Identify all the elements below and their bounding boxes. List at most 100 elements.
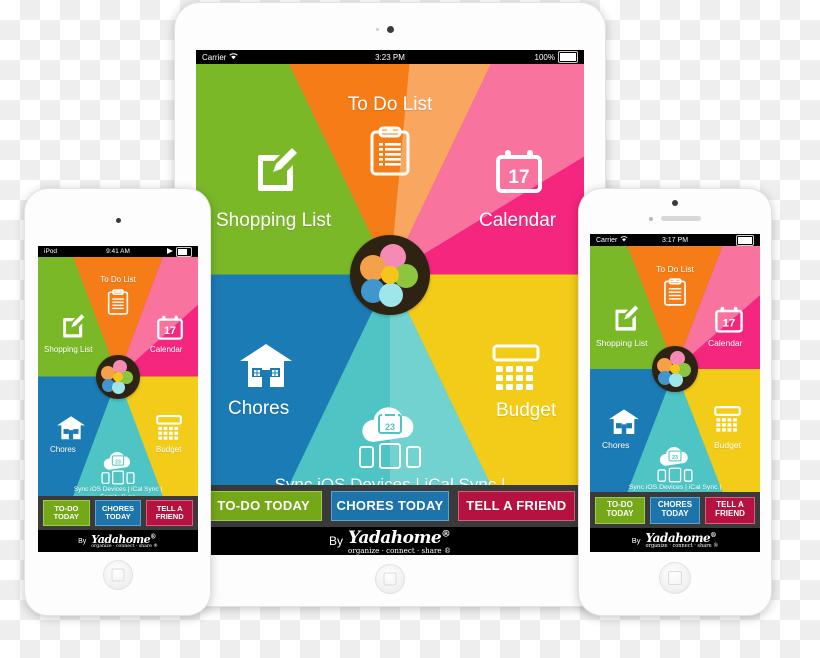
footer-tagline: organize · connect · share ® — [91, 544, 158, 549]
tile-label-budget: Budget — [496, 400, 557, 421]
footer-tagline: organize · connect · share ® — [645, 543, 719, 549]
calendar-icon-day: 17 — [164, 325, 176, 337]
ipad-status-bar: Carrier 3:23 PM 100% — [196, 50, 584, 64]
button-chores-today-line2: TODAY — [105, 512, 131, 521]
logo-petal-cyan — [669, 373, 683, 387]
ipod-device: iPod 9:41 AM Shopping List To Do List 17… — [24, 188, 211, 616]
pencil-square-icon — [60, 311, 86, 338]
pencil-square-icon — [612, 302, 640, 331]
button-to-do-today[interactable]: TO-DO TODAY — [205, 491, 323, 521]
button-chores-today-line2: TODAY — [661, 509, 689, 518]
ipod-home-button[interactable] — [102, 560, 133, 590]
home-button-glyph — [111, 568, 124, 582]
tile-label-to-do-list: To Do List — [656, 264, 694, 274]
iphone-home-fan: Shopping List To Do List 17 Calendar Cho… — [590, 246, 760, 492]
yadahome-pinwheel-logo[interactable] — [96, 354, 140, 399]
tile-label-calendar: Calendar — [150, 345, 183, 354]
ipad-action-bar: TO-DO TODAY CHORES TODAY TELL A FRIEND — [196, 485, 584, 527]
house-icon — [56, 415, 86, 441]
tile-label-shopping-list: Shopping List — [44, 345, 93, 354]
cloud-sync-icon-day: 23 — [115, 460, 121, 466]
home-button-glyph — [668, 571, 682, 585]
cloud-sync-icon: 23 — [656, 444, 694, 468]
ipad-battery-percent: 100% — [534, 52, 555, 62]
pencil-square-icon — [252, 142, 300, 191]
iphone-sensor-icon — [649, 217, 653, 221]
footer-prefix: By — [78, 537, 87, 545]
footer-brand-name: Yadahome — [348, 527, 442, 548]
footer-tagline: organize · connect · share ® — [348, 545, 451, 555]
button-chores-today[interactable]: CHORES TODAY — [331, 491, 449, 521]
button-to-do-today[interactable]: TO-DO TODAY — [43, 500, 90, 526]
footer-registered: ® — [710, 531, 717, 539]
button-to-do-today[interactable]: TO-DO TODAY — [595, 496, 645, 524]
clipboard-icon — [663, 278, 687, 306]
calculator-icon — [492, 344, 540, 398]
tile-label-calendar: Calendar — [479, 210, 557, 231]
cloud-sync-icon-day: 23 — [385, 422, 395, 432]
ipad-time-label: 3:23 PM — [375, 52, 405, 62]
button-tell-a-friend-line2: FRIEND — [155, 512, 184, 521]
iphone-device: Carrier 3:17 PM Shopping List To Do List… — [578, 188, 772, 616]
footer-brand-logo: Yadahome® organize · connect · share ® — [646, 531, 719, 549]
ipad-home-fan: Shopping List To Do List 17 Calendar Cho… — [196, 64, 584, 485]
ipod-screen[interactable]: iPod 9:41 AM Shopping List To Do List 17… — [38, 246, 198, 552]
button-chores-today[interactable]: CHORES TODAY — [94, 500, 142, 526]
calculator-icon — [714, 406, 741, 436]
button-chores-today-label: CHORES TODAY — [336, 497, 444, 513]
iphone-earpiece-speaker — [661, 216, 701, 221]
tile-label-sync: Sync iOS Devices | iCal Sync | Family Sy… — [73, 486, 163, 496]
battery-icon — [736, 234, 754, 246]
calendar-icon: 17 — [494, 149, 544, 195]
button-chores-today[interactable]: CHORES TODAY — [650, 496, 700, 524]
ipod-camera-icon — [115, 218, 121, 223]
clipboard-icon — [107, 289, 129, 315]
battery-icon — [558, 51, 578, 63]
battery-icon — [176, 246, 192, 257]
footer-prefix: By — [631, 535, 641, 545]
button-tell-a-friend[interactable]: TELL A FRIEND — [457, 491, 575, 521]
ipod-action-bar: TO-DO TODAY CHORES TODAY TELL A FRIEND — [38, 496, 198, 530]
tile-label-sync: Sync iOS Devices | iCal Sync | Family Sy… — [274, 475, 506, 485]
footer-brand-logo: Yadahome® organize · connect · share ® — [91, 533, 158, 549]
logo-core — [113, 371, 123, 382]
sync-devices-icon — [358, 443, 422, 469]
button-tell-a-friend-label: TELL A FRIEND — [466, 497, 567, 513]
clipboard-icon — [369, 126, 411, 176]
ipad-screen[interactable]: Carrier 3:23 PM 100% Shopping List To Do… — [196, 50, 584, 555]
iphone-home-button[interactable] — [659, 562, 691, 594]
tile-label-calendar: Calendar — [708, 338, 743, 348]
calendar-icon: 17 — [156, 315, 184, 341]
tile-label-to-do-list: To Do List — [100, 275, 136, 284]
ipod-status-bar: iPod 9:41 AM — [38, 246, 198, 257]
ipad-camera-icon — [387, 26, 394, 33]
sync-devices-icon — [657, 467, 693, 483]
tile-label-chores: Chores — [602, 440, 630, 450]
ipod-home-fan: Shopping List To Do List 17 Calendar Cho… — [38, 257, 198, 496]
logo-core — [670, 364, 680, 374]
calendar-icon-day: 17 — [723, 318, 736, 330]
footer-prefix: By — [329, 534, 344, 548]
footer-brand-logo: Yadahome® organize · connect · share ® — [348, 528, 451, 555]
yadahome-pinwheel-logo[interactable] — [652, 346, 698, 392]
logo-petal-cyan — [379, 282, 403, 307]
cloud-sync-icon-day: 23 — [672, 455, 678, 461]
calendar-icon-day: 17 — [508, 167, 529, 188]
tile-label-to-do-list: To Do List — [347, 94, 433, 115]
ipad-sensor-icon — [376, 28, 379, 31]
button-tell-a-friend[interactable]: TELL A FRIEND — [146, 500, 194, 526]
button-to-do-today-label: TO-DO TODAY — [217, 497, 310, 513]
iphone-camera-icon — [672, 200, 678, 206]
button-tell-a-friend[interactable]: TELL A FRIEND — [705, 496, 755, 524]
tile-label-chores: Chores — [228, 398, 290, 419]
home-button-glyph — [383, 572, 397, 586]
iphone-screen[interactable]: Carrier 3:17 PM Shopping List To Do List… — [590, 234, 760, 552]
ipad-home-button[interactable] — [375, 564, 405, 594]
tile-label-budget: Budget — [156, 445, 182, 454]
button-to-do-today-line2: TODAY — [53, 512, 80, 521]
tile-label-shopping-list: Shopping List — [596, 338, 648, 348]
footer-registered: ® — [150, 533, 156, 541]
ipad-carrier-label: Carrier — [202, 52, 227, 62]
yadahome-pinwheel-logo[interactable] — [350, 234, 430, 315]
wifi-icon — [229, 52, 239, 62]
